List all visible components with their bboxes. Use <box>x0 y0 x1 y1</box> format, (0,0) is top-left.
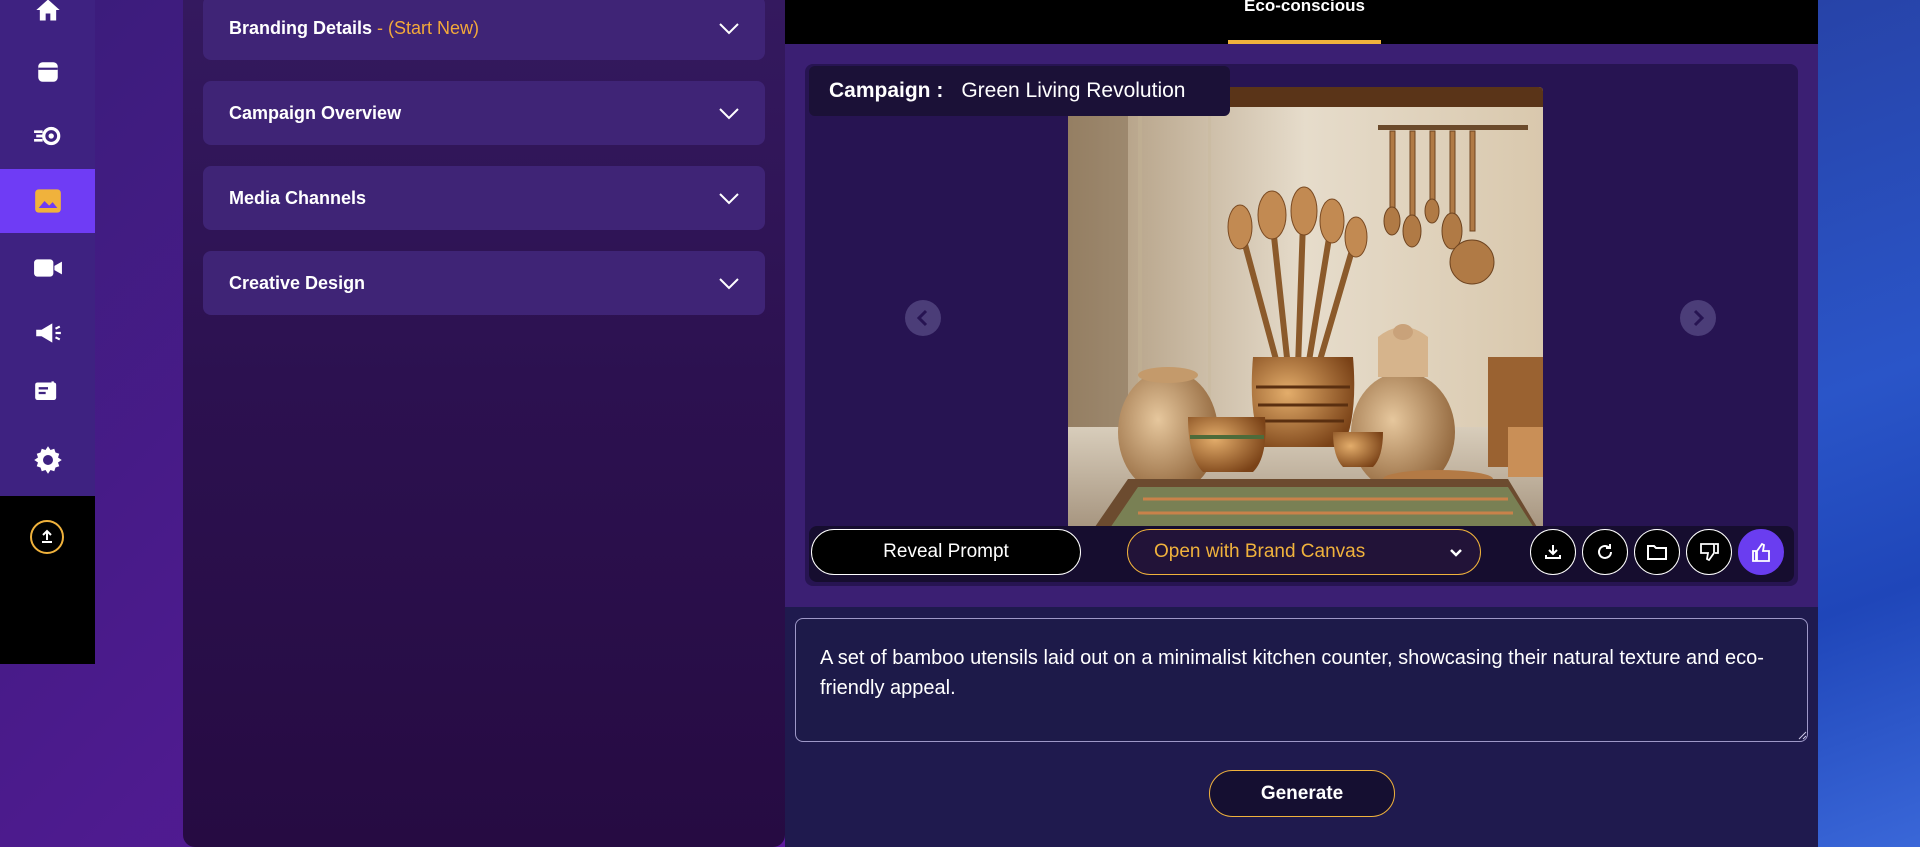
preview-container: Campaign : Green Living Revolution Revea… <box>785 44 1818 607</box>
folder-icon <box>1647 545 1667 560</box>
campaign-name: Green Living Revolution <box>961 79 1186 102</box>
previous-image-button[interactable] <box>905 300 941 336</box>
accordion-title: Media Channels <box>229 187 367 208</box>
download-icon <box>1545 545 1561 559</box>
chevron-down-icon <box>719 278 739 290</box>
tab-eco-conscious[interactable]: Eco-conscious <box>1228 0 1381 44</box>
nav-settings[interactable] <box>0 428 95 492</box>
accordion-campaign-overview[interactable]: Campaign Overview <box>203 81 765 145</box>
refresh-icon <box>1598 544 1612 559</box>
upload-button[interactable] <box>30 520 64 554</box>
generate-button[interactable]: Generate <box>1209 770 1395 817</box>
nav-video[interactable] <box>0 236 95 300</box>
nav-home[interactable] <box>0 0 95 42</box>
accordion-media-channels[interactable]: Media Channels <box>203 166 765 230</box>
chevron-left-icon <box>916 309 928 327</box>
tab-bar: Eco-conscious <box>785 0 1818 44</box>
brand-canvas-label: Open with Brand Canvas <box>1154 541 1366 562</box>
nav-campaigns[interactable] <box>0 301 95 365</box>
chevron-down-icon <box>719 23 739 35</box>
kitchen-utensils-image <box>1068 87 1543 537</box>
save-to-folder-button[interactable] <box>1634 529 1680 575</box>
content-icon <box>34 381 56 400</box>
nav-images[interactable] <box>0 169 95 233</box>
workflow-icon <box>33 126 60 146</box>
image-action-toolbar: Reveal Prompt Open with Brand Canvas <box>809 526 1794 582</box>
result-area: Eco-conscious Campaign: Green Living Re… <box>785 0 1818 847</box>
upload-icon <box>42 529 52 543</box>
campaign-key: Campaign : <box>829 79 944 102</box>
resize-grip-icon[interactable] <box>1795 728 1807 740</box>
chevron-down-icon <box>719 193 739 205</box>
accordion-title: Campaign Overview <box>229 102 402 123</box>
chevron-right-icon <box>1693 309 1705 327</box>
background-right <box>1818 0 1920 847</box>
brand-canvas-dropdown[interactable]: Open with Brand Canvas <box>1127 529 1481 575</box>
nav-archive[interactable] <box>0 40 95 104</box>
archive-icon <box>37 62 58 82</box>
accordion-branding-details[interactable]: Branding Details - (Start New) <box>203 0 765 60</box>
download-button[interactable] <box>1530 529 1576 575</box>
creative-form-panel: Branding Details - (Start New) Campaign … <box>183 0 785 847</box>
nav-workflow[interactable] <box>0 104 95 168</box>
megaphone-icon <box>35 323 61 343</box>
home-icon <box>35 0 60 21</box>
sidebar-nav <box>0 0 95 664</box>
settings-icon <box>33 446 62 474</box>
reveal-prompt-button[interactable]: Reveal Prompt <box>811 529 1081 575</box>
accordion-title: Creative Design <box>229 272 366 293</box>
thumbs-up-icon <box>1752 542 1770 562</box>
regenerate-button[interactable] <box>1582 529 1628 575</box>
image-icon <box>34 189 61 213</box>
campaign-label: Campaign : Green Living Revolution <box>809 66 1230 116</box>
generated-image <box>1068 87 1543 537</box>
image-preview: Campaign : Green Living Revolution Revea… <box>805 64 1798 586</box>
chevron-down-icon <box>719 108 739 120</box>
thumbs-down-icon <box>1700 543 1719 562</box>
dislike-button[interactable] <box>1686 529 1732 575</box>
video-icon <box>33 259 62 277</box>
like-button[interactable] <box>1738 529 1784 575</box>
accordion-creative-design[interactable]: Creative Design <box>203 251 765 315</box>
next-image-button[interactable] <box>1680 300 1716 336</box>
accordion-subtitle: - (Start New) <box>372 17 480 38</box>
accordion-title: Branding Details - (Start New) <box>229 17 480 38</box>
chevron-down-icon <box>1450 549 1462 557</box>
nav-content[interactable] <box>0 361 95 425</box>
prompt-textarea[interactable]: A set of bamboo utensils laid out on a m… <box>795 618 1808 742</box>
